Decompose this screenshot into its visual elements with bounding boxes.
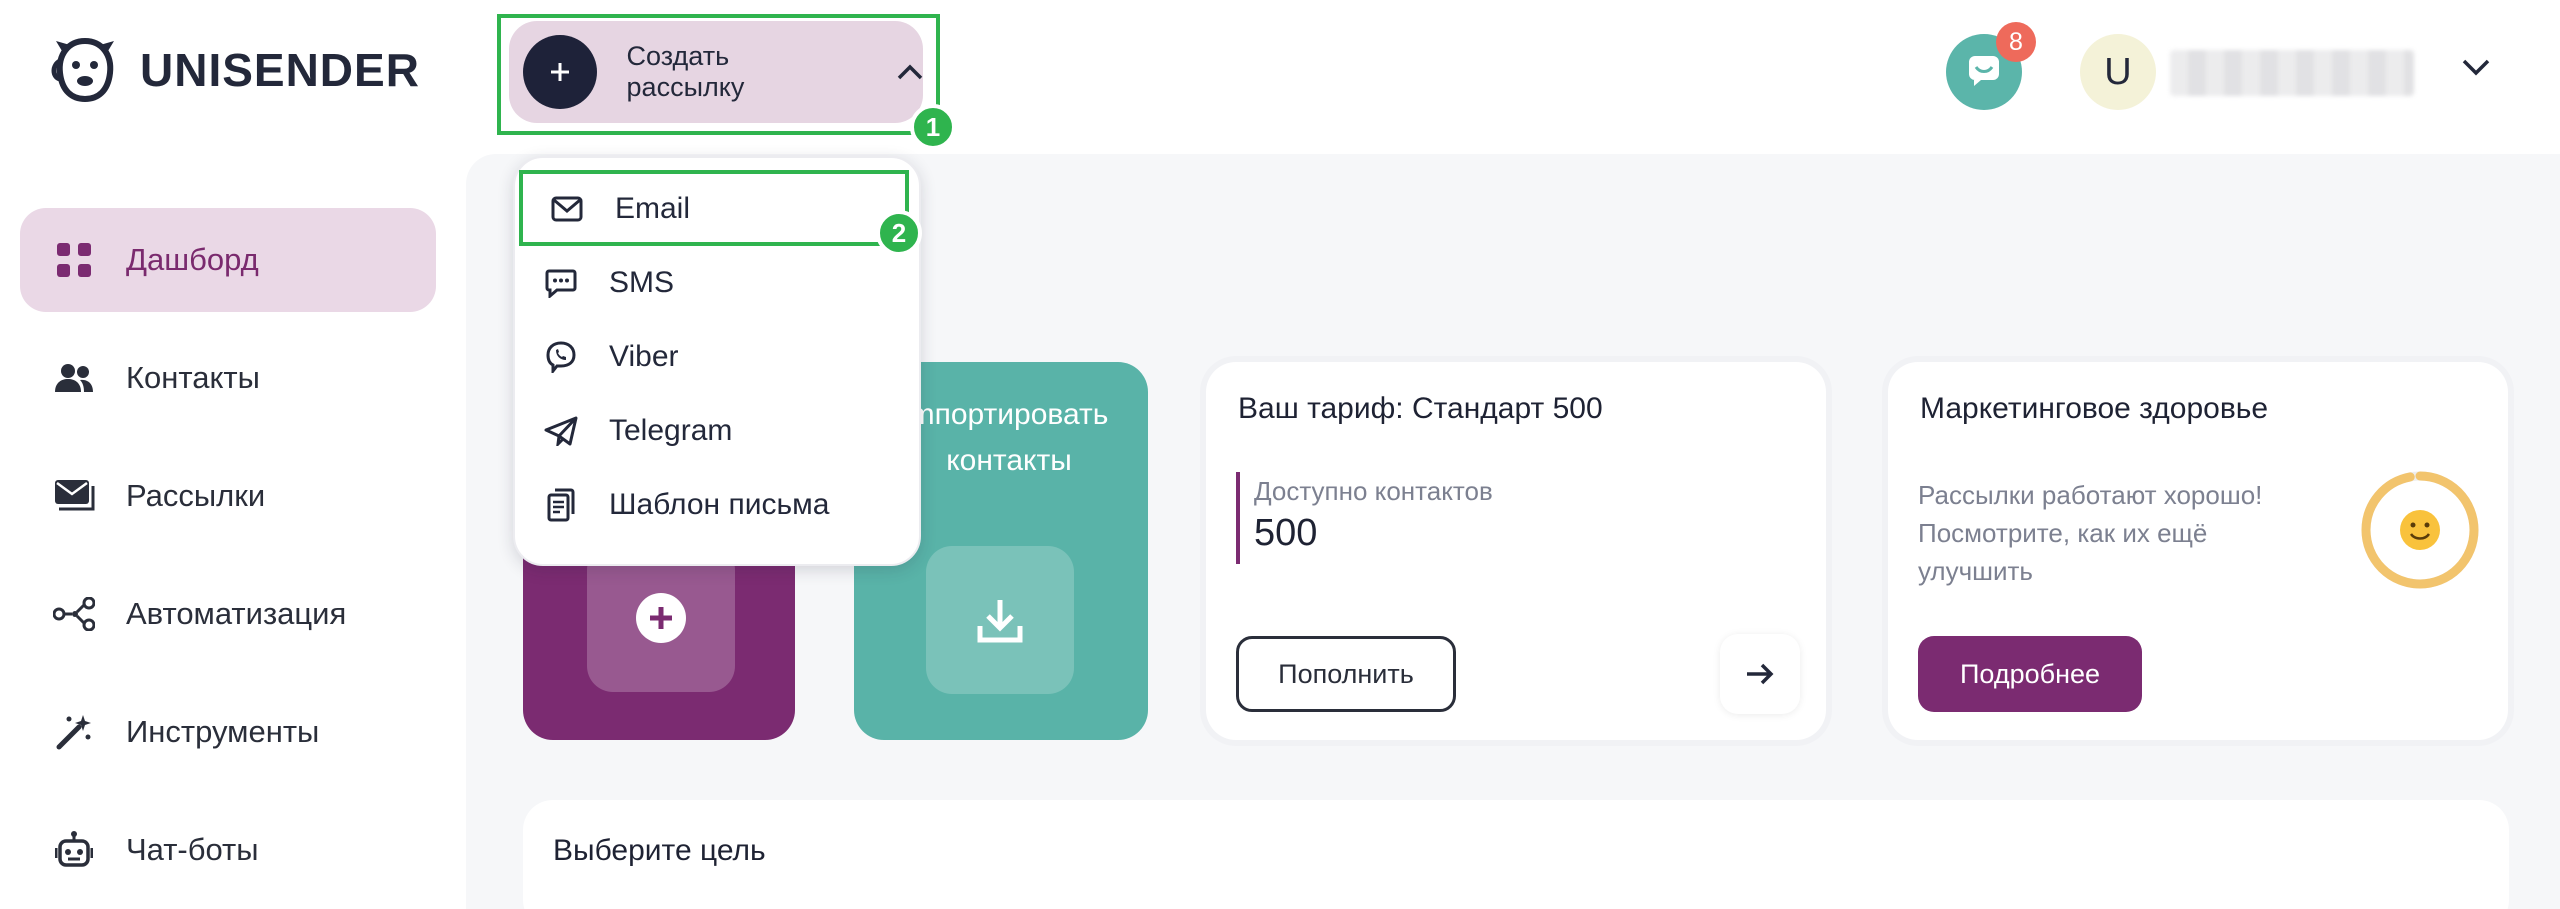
- choose-goal-card: Выберите цель: [523, 800, 2509, 909]
- marketing-health-title: Маркетинговое здоровье: [1920, 392, 2269, 425]
- sidebar-item-label: Чат-боты: [126, 832, 259, 867]
- dropdown-item-telegram[interactable]: Telegram: [515, 394, 919, 468]
- marketing-health-description: Рассылки работают хорошо! Посмотрите, ка…: [1918, 476, 2358, 590]
- arrow-right-icon: [1747, 663, 1774, 685]
- chat-bubble-icon: [543, 265, 579, 301]
- dropdown-item-label: Шаблон письма: [609, 488, 830, 521]
- top-up-button[interactable]: Пополнить: [1236, 636, 1456, 712]
- sidebar-item-chatbots[interactable]: Чат-боты: [20, 798, 436, 902]
- sidebar-item-contacts[interactable]: Контакты: [20, 326, 436, 430]
- dropdown-item-template[interactable]: Шаблон письма: [515, 468, 919, 542]
- notifications-count-badge: 8: [1996, 22, 2036, 62]
- accent-bar: [1236, 472, 1240, 564]
- available-contacts-value: 500: [1254, 512, 1318, 554]
- grid-icon: [52, 238, 96, 282]
- chat-icon: [1966, 53, 2002, 92]
- import-tile[interactable]: [926, 546, 1074, 694]
- sidebar-item-automation[interactable]: Автоматизация: [20, 562, 436, 666]
- robot-icon: [52, 828, 96, 872]
- template-icon: [543, 487, 579, 523]
- paper-plane-icon: [543, 413, 579, 449]
- viber-icon: [543, 339, 579, 375]
- download-icon: [977, 600, 1023, 643]
- sidebar-item-label: Инструменты: [126, 714, 320, 749]
- dog-logo-icon: [48, 31, 122, 110]
- plus-circle-icon: [636, 593, 686, 643]
- choose-goal-title: Выберите цель: [553, 834, 766, 867]
- app-root: UNISENDER Дашборд Контакты Рассылки Авто…: [0, 0, 2560, 909]
- dropdown-item-sms[interactable]: SMS: [515, 246, 919, 320]
- tariff-arrow-button[interactable]: [1720, 634, 1800, 714]
- highlight-email-item: [519, 170, 909, 246]
- dropdown-item-label: SMS: [609, 266, 675, 299]
- sidebar-item-label: Дашборд: [126, 242, 259, 277]
- sidebar-item-tools[interactable]: Инструменты: [20, 680, 436, 784]
- user-avatar[interactable]: U: [2080, 34, 2156, 110]
- more-details-button[interactable]: Подробнее: [1918, 636, 2142, 712]
- sidebar-item-dashboard[interactable]: Дашборд: [20, 208, 436, 312]
- people-icon: [52, 356, 96, 400]
- chevron-down-icon[interactable]: [2462, 58, 2490, 81]
- dropdown-item-viber[interactable]: Viber: [515, 320, 919, 394]
- logo-text: UNISENDER: [140, 44, 420, 96]
- highlight-create-button: [497, 14, 940, 135]
- marketing-health-card: Маркетинговое здоровье Рассылки работают…: [1888, 362, 2508, 740]
- tariff-title: Ваш тариф: Стандарт 500: [1238, 392, 1603, 425]
- dropdown-item-label: Viber: [609, 340, 679, 373]
- available-contacts-label: Доступно контактов: [1254, 476, 1493, 506]
- magic-wand-icon: [52, 710, 96, 754]
- step-badge-1: 1: [910, 104, 956, 150]
- health-desc-line3: улучшить: [1918, 556, 2033, 586]
- nodes-icon: [52, 592, 96, 636]
- sidebar-item-label: Рассылки: [126, 478, 266, 513]
- dropdown-item-label: Telegram: [609, 414, 733, 447]
- health-desc-line2: Посмотрите, как их ещё: [1918, 518, 2208, 548]
- tariff-card: Ваш тариф: Стандарт 500 Доступно контакт…: [1206, 362, 1826, 740]
- health-desc-line1: Рассылки работают хорошо!: [1918, 480, 2263, 510]
- mail-stack-icon: [52, 474, 96, 518]
- sidebar-nav: Дашборд Контакты Рассылки Автоматизация …: [20, 208, 436, 909]
- step-badge-2: 2: [876, 210, 922, 256]
- sidebar-item-label: Автоматизация: [126, 596, 347, 631]
- health-gauge: [2361, 471, 2479, 589]
- sidebar-item-label: Контакты: [126, 360, 260, 395]
- user-name-blurred: [2170, 50, 2414, 96]
- smiley-icon: [2400, 510, 2440, 550]
- sidebar-item-campaigns[interactable]: Рассылки: [20, 444, 436, 548]
- add-tile[interactable]: [587, 544, 735, 692]
- logo[interactable]: UNISENDER: [48, 32, 420, 108]
